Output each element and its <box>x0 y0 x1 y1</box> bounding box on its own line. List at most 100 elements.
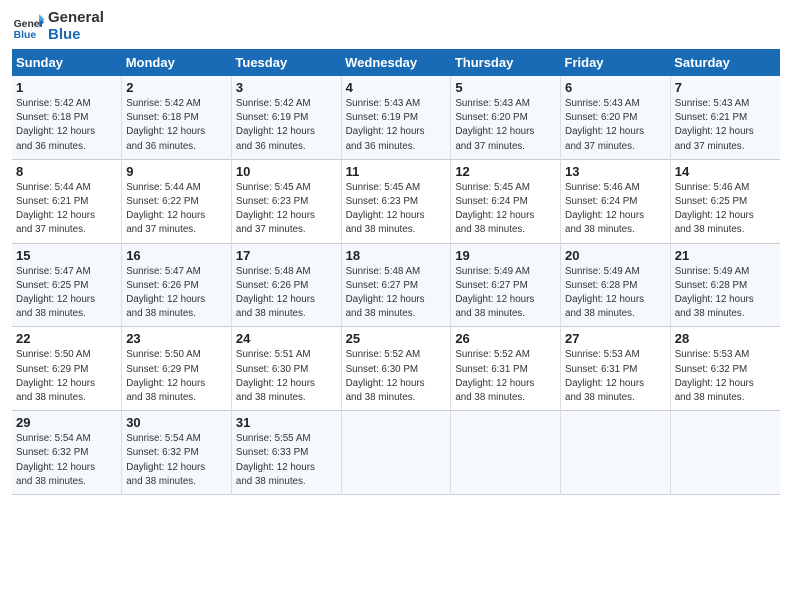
calendar-cell: 23 Sunrise: 5:50 AMSunset: 6:29 PMDayligh… <box>122 327 232 411</box>
day-number: 22 <box>16 331 117 346</box>
day-info: Sunrise: 5:50 AMSunset: 6:29 PMDaylight:… <box>16 348 117 405</box>
calendar-cell: 30 Sunrise: 5:54 AMSunset: 6:32 PMDayligh… <box>122 411 232 495</box>
calendar-cell: 9Sunrise: 5:44 AMSunset: 6:22 PMDaylight… <box>122 159 232 243</box>
header: General Blue General Blue <box>12 10 780 43</box>
calendar-cell: 4 Sunrise: 5:43 AMSunset: 6:19 PMDaylight… <box>341 76 451 159</box>
calendar-cell: 28Sunrise: 5:53 AMSunset: 6:32 PMDayligh… <box>670 327 780 411</box>
day-number: 8 <box>16 164 117 179</box>
logo-icon: General Blue <box>12 11 44 43</box>
calendar-cell: 1Sunrise: 5:42 AMSunset: 6:18 PMDaylight… <box>12 76 122 159</box>
day-info: Sunrise: 5:43 AMSunset: 6:20 PMDaylight:… <box>455 97 556 154</box>
day-info: Sunrise: 5:49 AMSunset: 6:27 PMDaylight:… <box>455 265 556 322</box>
day-number: 3 <box>236 80 337 95</box>
calendar-cell: 21 Sunrise: 5:49 AMSunset: 6:28 PMDayligh… <box>670 243 780 327</box>
day-info: Sunrise: 5:42 AMSunset: 6:18 PMDaylight:… <box>126 97 227 154</box>
day-info: Sunrise: 5:47 AMSunset: 6:26 PMDaylight:… <box>126 265 227 322</box>
day-number: 11 <box>346 164 447 179</box>
day-number: 13 <box>565 164 666 179</box>
calendar-cell: 5 Sunrise: 5:43 AMSunset: 6:20 PMDaylight… <box>451 76 561 159</box>
day-info: Sunrise: 5:45 AMSunset: 6:24 PMDaylight:… <box>455 181 556 238</box>
day-info: Sunrise: 5:46 AMSunset: 6:25 PMDaylight:… <box>675 181 776 238</box>
day-number: 25 <box>346 331 447 346</box>
col-header-monday: Monday <box>122 49 232 76</box>
calendar-cell: 24Sunrise: 5:51 AMSunset: 6:30 PMDayligh… <box>231 327 341 411</box>
col-header-tuesday: Tuesday <box>231 49 341 76</box>
calendar-cell: 20 Sunrise: 5:49 AMSunset: 6:28 PMDayligh… <box>561 243 671 327</box>
day-number: 31 <box>236 415 337 430</box>
day-number: 7 <box>675 80 776 95</box>
col-header-sunday: Sunday <box>12 49 122 76</box>
svg-text:Blue: Blue <box>14 30 37 41</box>
day-number: 29 <box>16 415 117 430</box>
day-number: 15 <box>16 248 117 263</box>
day-info: Sunrise: 5:46 AMSunset: 6:24 PMDaylight:… <box>565 181 666 238</box>
day-info: Sunrise: 5:53 AMSunset: 6:31 PMDaylight:… <box>565 348 666 405</box>
calendar-cell <box>561 411 671 495</box>
calendar-cell: 15 Sunrise: 5:47 AMSunset: 6:25 PMDayligh… <box>12 243 122 327</box>
day-info: Sunrise: 5:48 AMSunset: 6:27 PMDaylight:… <box>346 265 447 322</box>
calendar-cell: 14 Sunrise: 5:46 AMSunset: 6:25 PMDayligh… <box>670 159 780 243</box>
calendar-cell: 17Sunrise: 5:48 AMSunset: 6:26 PMDayligh… <box>231 243 341 327</box>
calendar-week-row: 22 Sunrise: 5:50 AMSunset: 6:29 PMDayligh… <box>12 327 780 411</box>
day-info: Sunrise: 5:43 AMSunset: 6:19 PMDaylight:… <box>346 97 447 154</box>
calendar-cell: 27Sunrise: 5:53 AMSunset: 6:31 PMDayligh… <box>561 327 671 411</box>
calendar-cell: 16Sunrise: 5:47 AMSunset: 6:26 PMDayligh… <box>122 243 232 327</box>
calendar-cell: 29 Sunrise: 5:54 AMSunset: 6:32 PMDayligh… <box>12 411 122 495</box>
logo: General Blue General Blue <box>12 10 104 43</box>
day-info: Sunrise: 5:43 AMSunset: 6:20 PMDaylight:… <box>565 97 666 154</box>
calendar-table: SundayMondayTuesdayWednesdayThursdayFrid… <box>12 49 780 495</box>
day-number: 5 <box>455 80 556 95</box>
calendar-cell <box>670 411 780 495</box>
calendar-week-row: 29 Sunrise: 5:54 AMSunset: 6:32 PMDayligh… <box>12 411 780 495</box>
day-number: 19 <box>455 248 556 263</box>
calendar-cell <box>451 411 561 495</box>
day-info: Sunrise: 5:51 AMSunset: 6:30 PMDaylight:… <box>236 348 337 405</box>
day-info: Sunrise: 5:54 AMSunset: 6:32 PMDaylight:… <box>126 432 227 489</box>
day-info: Sunrise: 5:52 AMSunset: 6:30 PMDaylight:… <box>346 348 447 405</box>
day-info: Sunrise: 5:48 AMSunset: 6:26 PMDaylight:… <box>236 265 337 322</box>
day-info: Sunrise: 5:49 AMSunset: 6:28 PMDaylight:… <box>565 265 666 322</box>
day-number: 23 <box>126 331 227 346</box>
day-info: Sunrise: 5:44 AMSunset: 6:21 PMDaylight:… <box>16 181 117 238</box>
day-number: 26 <box>455 331 556 346</box>
day-number: 21 <box>675 248 776 263</box>
calendar-cell <box>341 411 451 495</box>
day-number: 20 <box>565 248 666 263</box>
day-info: Sunrise: 5:50 AMSunset: 6:29 PMDaylight:… <box>126 348 227 405</box>
calendar-week-row: 15 Sunrise: 5:47 AMSunset: 6:25 PMDayligh… <box>12 243 780 327</box>
col-header-thursday: Thursday <box>451 49 561 76</box>
day-number: 30 <box>126 415 227 430</box>
day-number: 4 <box>346 80 447 95</box>
day-number: 14 <box>675 164 776 179</box>
calendar-cell: 12 Sunrise: 5:45 AMSunset: 6:24 PMDayligh… <box>451 159 561 243</box>
calendar-week-row: 1Sunrise: 5:42 AMSunset: 6:18 PMDaylight… <box>12 76 780 159</box>
day-info: Sunrise: 5:54 AMSunset: 6:32 PMDaylight:… <box>16 432 117 489</box>
logo-text: General Blue <box>48 10 104 43</box>
calendar-cell: 26Sunrise: 5:52 AMSunset: 6:31 PMDayligh… <box>451 327 561 411</box>
col-header-friday: Friday <box>561 49 671 76</box>
calendar-cell: 19 Sunrise: 5:49 AMSunset: 6:27 PMDayligh… <box>451 243 561 327</box>
day-info: Sunrise: 5:47 AMSunset: 6:25 PMDaylight:… <box>16 265 117 322</box>
day-info: Sunrise: 5:42 AMSunset: 6:19 PMDaylight:… <box>236 97 337 154</box>
calendar-cell: 8 Sunrise: 5:44 AMSunset: 6:21 PMDaylight… <box>12 159 122 243</box>
calendar-week-row: 8 Sunrise: 5:44 AMSunset: 6:21 PMDaylight… <box>12 159 780 243</box>
col-header-saturday: Saturday <box>670 49 780 76</box>
main-container: General Blue General Blue SundayMondayTu… <box>0 0 792 503</box>
day-info: Sunrise: 5:43 AMSunset: 6:21 PMDaylight:… <box>675 97 776 154</box>
day-info: Sunrise: 5:42 AMSunset: 6:18 PMDaylight:… <box>16 97 117 154</box>
day-info: Sunrise: 5:49 AMSunset: 6:28 PMDaylight:… <box>675 265 776 322</box>
calendar-cell: 2Sunrise: 5:42 AMSunset: 6:18 PMDaylight… <box>122 76 232 159</box>
calendar-cell: 6Sunrise: 5:43 AMSunset: 6:20 PMDaylight… <box>561 76 671 159</box>
day-number: 12 <box>455 164 556 179</box>
calendar-header-row: SundayMondayTuesdayWednesdayThursdayFrid… <box>12 49 780 76</box>
calendar-cell: 3 Sunrise: 5:42 AMSunset: 6:19 PMDaylight… <box>231 76 341 159</box>
day-info: Sunrise: 5:55 AMSunset: 6:33 PMDaylight:… <box>236 432 337 489</box>
day-number: 9 <box>126 164 227 179</box>
day-info: Sunrise: 5:45 AMSunset: 6:23 PMDaylight:… <box>236 181 337 238</box>
calendar-cell: 10Sunrise: 5:45 AMSunset: 6:23 PMDayligh… <box>231 159 341 243</box>
calendar-cell: 25 Sunrise: 5:52 AMSunset: 6:30 PMDayligh… <box>341 327 451 411</box>
calendar-cell: 31 Sunrise: 5:55 AMSunset: 6:33 PMDayligh… <box>231 411 341 495</box>
day-info: Sunrise: 5:45 AMSunset: 6:23 PMDaylight:… <box>346 181 447 238</box>
day-number: 18 <box>346 248 447 263</box>
calendar-cell: 22 Sunrise: 5:50 AMSunset: 6:29 PMDayligh… <box>12 327 122 411</box>
